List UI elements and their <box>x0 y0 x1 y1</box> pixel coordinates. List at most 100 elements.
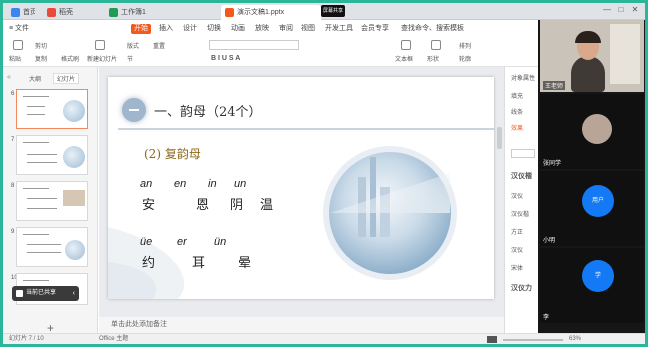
hanzi-text[interactable]: 阴 <box>230 194 243 213</box>
menu-view[interactable]: 视图 <box>301 21 315 37</box>
slide-thumbnail[interactable] <box>16 135 88 175</box>
tab-workbook[interactable]: 工作簿1 <box>105 5 217 20</box>
new-slide-button[interactable]: 新建幻灯片 <box>87 54 117 63</box>
menu-transition[interactable]: 切换 <box>207 21 221 37</box>
thumb-line <box>23 280 49 281</box>
property-option[interactable]: 效果 <box>511 123 523 132</box>
slide-number: 8 <box>11 183 15 189</box>
screen-share-indicator[interactable]: 屏幕共享中 <box>321 5 345 26</box>
participant-tile[interactable]: 学 李 <box>540 248 644 323</box>
menu-slideshow[interactable]: 放映 <box>255 21 269 37</box>
pinyin-text[interactable]: an <box>140 178 152 190</box>
section-button[interactable]: 节 <box>127 54 133 63</box>
current-slide[interactable]: 一、韵母（24个） (2) 复韵母 an en in un 安 恩 阴 温 üe… <box>108 77 494 299</box>
format-painter-button[interactable]: 格式刷 <box>61 54 79 63</box>
slide-thumbnail[interactable] <box>16 227 88 267</box>
font-option[interactable]: 汉仪力 <box>511 283 532 293</box>
tab-home[interactable]: 首页 <box>7 5 35 20</box>
slide-thumbnail[interactable] <box>16 181 88 221</box>
hanzi-text[interactable]: 恩 <box>196 194 209 213</box>
participant-name: 张同学 <box>543 161 562 167</box>
property-option[interactable]: 线条 <box>511 107 523 116</box>
font-search-input[interactable] <box>511 149 535 158</box>
menu-animation[interactable]: 动画 <box>231 21 245 37</box>
maximize-icon[interactable]: □ <box>615 5 627 14</box>
notes-area[interactable]: 单击此处添加备注 <box>99 317 504 333</box>
participant-tile[interactable]: 张同学 <box>540 94 644 169</box>
font-option[interactable]: 宋体 <box>511 263 523 272</box>
hanzi-text[interactable]: 安 <box>142 194 155 213</box>
font-style-buttons[interactable]: B I U S A <box>211 55 240 62</box>
thumb-line <box>23 142 49 143</box>
font-name-select[interactable] <box>209 40 299 50</box>
person-body <box>571 56 605 92</box>
slide-thumbnail[interactable] <box>16 89 88 129</box>
menu-insert[interactable]: 插入 <box>159 21 173 37</box>
paste-icon[interactable] <box>13 40 23 50</box>
home-icon <box>11 8 20 17</box>
menu-file[interactable]: ≡ 文件 <box>9 21 29 37</box>
hanzi-text[interactable]: 温 <box>260 194 273 213</box>
copy-button[interactable]: 复制 <box>35 54 47 63</box>
tab-docer[interactable]: 稻壳 <box>43 5 101 20</box>
property-option[interactable]: 填充 <box>511 91 523 100</box>
menu-home[interactable]: 开始 <box>131 24 151 34</box>
text-box-icon[interactable] <box>401 40 411 50</box>
menu-design[interactable]: 设计 <box>183 21 197 37</box>
minimize-icon[interactable]: — <box>601 5 613 14</box>
pinyin-text[interactable]: un <box>234 178 246 190</box>
reset-button[interactable]: 重置 <box>153 41 165 50</box>
font-option[interactable]: 汉仪楷 <box>511 209 529 218</box>
pinyin-text[interactable]: üe <box>140 236 152 248</box>
arrange-button[interactable]: 排列 <box>459 41 471 50</box>
thumb-image <box>63 190 85 206</box>
zoom-level[interactable]: 63% <box>569 334 581 344</box>
collapse-panel-icon[interactable]: « <box>7 74 11 81</box>
tab-outline[interactable]: 大纲 <box>29 74 41 83</box>
participant-tile[interactable]: 王老师 <box>540 20 644 92</box>
shapes-button[interactable]: 形状 <box>427 54 439 63</box>
paste-button[interactable]: 粘贴 <box>9 54 21 63</box>
participant-tile[interactable]: 用户 小明 <box>540 171 644 246</box>
slide-number: 9 <box>11 229 15 235</box>
text-box-button[interactable]: 文本框 <box>395 54 413 63</box>
menu-member[interactable]: 会员专享 <box>361 21 389 37</box>
slide-subheading[interactable]: (2) 复韵母 <box>144 145 201 162</box>
docer-icon <box>47 8 56 17</box>
hanzi-text[interactable]: 晕 <box>238 252 251 271</box>
tab-label: 首页 <box>23 9 35 16</box>
pinyin-text[interactable]: ün <box>214 236 226 248</box>
font-option[interactable]: 汉仪楷 <box>511 171 532 181</box>
thumb-image <box>63 146 85 168</box>
command-search[interactable]: 查找命令、搜索模板 <box>401 21 464 37</box>
pinyin-text[interactable]: er <box>177 236 187 248</box>
font-option[interactable]: 汉仪 <box>511 245 523 254</box>
cut-button[interactable]: 剪切 <box>35 41 47 50</box>
font-option[interactable]: 方正 <box>511 227 523 236</box>
hanzi-text[interactable]: 耳 <box>192 252 205 271</box>
play-icon[interactable] <box>487 336 497 343</box>
participant-avatar: 用户 <box>582 185 614 217</box>
font-option[interactable]: 汉仪 <box>511 191 523 200</box>
title-bullet-circle <box>122 98 146 122</box>
vertical-scrollbar[interactable] <box>497 127 502 149</box>
tab-slides[interactable]: 幻灯片 <box>53 73 80 84</box>
new-slide-icon[interactable] <box>95 40 105 50</box>
close-icon[interactable]: ✕ <box>629 5 641 14</box>
layout-button[interactable]: 版式 <box>127 41 139 50</box>
thumb-line <box>23 234 49 235</box>
zoom-slider[interactable] <box>503 339 563 341</box>
hanzi-text[interactable]: 约 <box>142 252 155 271</box>
pinyin-text[interactable]: in <box>208 178 217 190</box>
spreadsheet-icon <box>109 8 118 17</box>
tab-presentation[interactable]: 演示文稿1.pptx <box>221 5 321 20</box>
chevron-left-icon[interactable]: ‹ <box>73 286 75 301</box>
shapes-icon[interactable] <box>431 40 441 50</box>
pinyin-text[interactable]: en <box>174 178 186 190</box>
thumb-image <box>63 100 85 122</box>
menu-review[interactable]: 审阅 <box>279 21 293 37</box>
menu-developer[interactable]: 开发工具 <box>325 21 353 37</box>
slide-heading[interactable]: 一、韵母（24个） <box>154 101 262 120</box>
status-bar: 幻灯片 7 / 10 Office 主题 63% <box>3 333 645 344</box>
outline-button[interactable]: 轮廓 <box>459 54 471 63</box>
